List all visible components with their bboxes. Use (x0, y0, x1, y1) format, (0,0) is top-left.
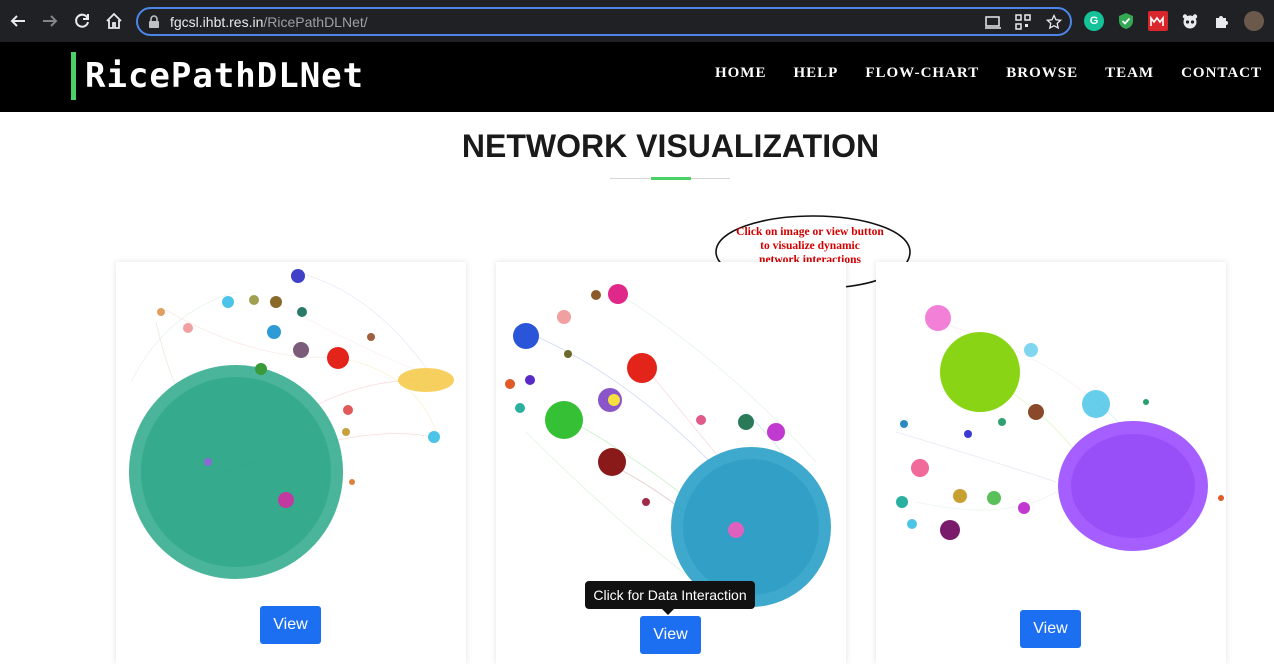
view-button-2[interactable]: View (640, 616, 701, 654)
brand-accent-bar (71, 52, 76, 100)
nav-team[interactable]: TEAM (1105, 65, 1154, 82)
main-nav: HOME HELP FLOW-CHART BROWSE TEAM CONTACT (715, 65, 1262, 82)
page-title: NETWORK VISUALIZATION (461, 128, 880, 164)
puzzle-icon[interactable] (1212, 11, 1232, 31)
star-icon[interactable] (1045, 13, 1064, 30)
network-image-2[interactable] (496, 262, 846, 607)
nav-help[interactable]: HELP (793, 65, 838, 82)
qr-icon[interactable] (1015, 14, 1033, 30)
profile-avatar[interactable] (1244, 11, 1264, 31)
browser-toolbar: fgcsl.ihbt.res.in/RicePathDLNet/ G (0, 0, 1274, 42)
grammarly-icon[interactable]: G (1084, 11, 1104, 31)
nav-flow-chart[interactable]: FLOW-CHART (865, 65, 979, 82)
view-button-3[interactable]: View (1020, 610, 1081, 648)
forward-icon[interactable] (38, 9, 62, 33)
url-text: fgcsl.ihbt.res.in/RicePathDLNet/ (170, 14, 368, 30)
site-logo[interactable]: RicePathDLNet (85, 56, 364, 96)
cast-icon[interactable] (984, 14, 1002, 30)
network-image-1[interactable] (116, 262, 466, 607)
back-icon[interactable] (6, 9, 30, 33)
view-button-1[interactable]: View (260, 606, 321, 644)
callout-text: Click on image or view button to visuali… (720, 225, 900, 267)
title-accent (651, 177, 691, 180)
panda-icon[interactable] (1180, 11, 1200, 31)
callout-line-1: Click on image or view button (736, 226, 884, 238)
callout-line-2: to visualize dynamic (760, 240, 860, 252)
nav-contact[interactable]: CONTACT (1181, 65, 1262, 82)
shield-icon[interactable] (1116, 11, 1136, 31)
site-header: RicePathDLNet HOME HELP FLOW-CHART BROWS… (0, 42, 1274, 112)
nav-browse[interactable]: BROWSE (1006, 65, 1078, 82)
red-extension-icon[interactable] (1148, 11, 1168, 31)
nav-home[interactable]: HOME (715, 65, 767, 82)
network-image-3[interactable] (876, 262, 1226, 607)
address-bar[interactable]: fgcsl.ihbt.res.in/RicePathDLNet/ (136, 7, 1072, 36)
data-interaction-tooltip: Click for Data Interaction (585, 581, 755, 615)
network-card-3: View (876, 262, 1226, 664)
reload-icon[interactable] (70, 9, 94, 33)
lock-icon (148, 15, 160, 34)
home-icon[interactable] (102, 9, 126, 33)
network-card-1: View (116, 262, 466, 664)
